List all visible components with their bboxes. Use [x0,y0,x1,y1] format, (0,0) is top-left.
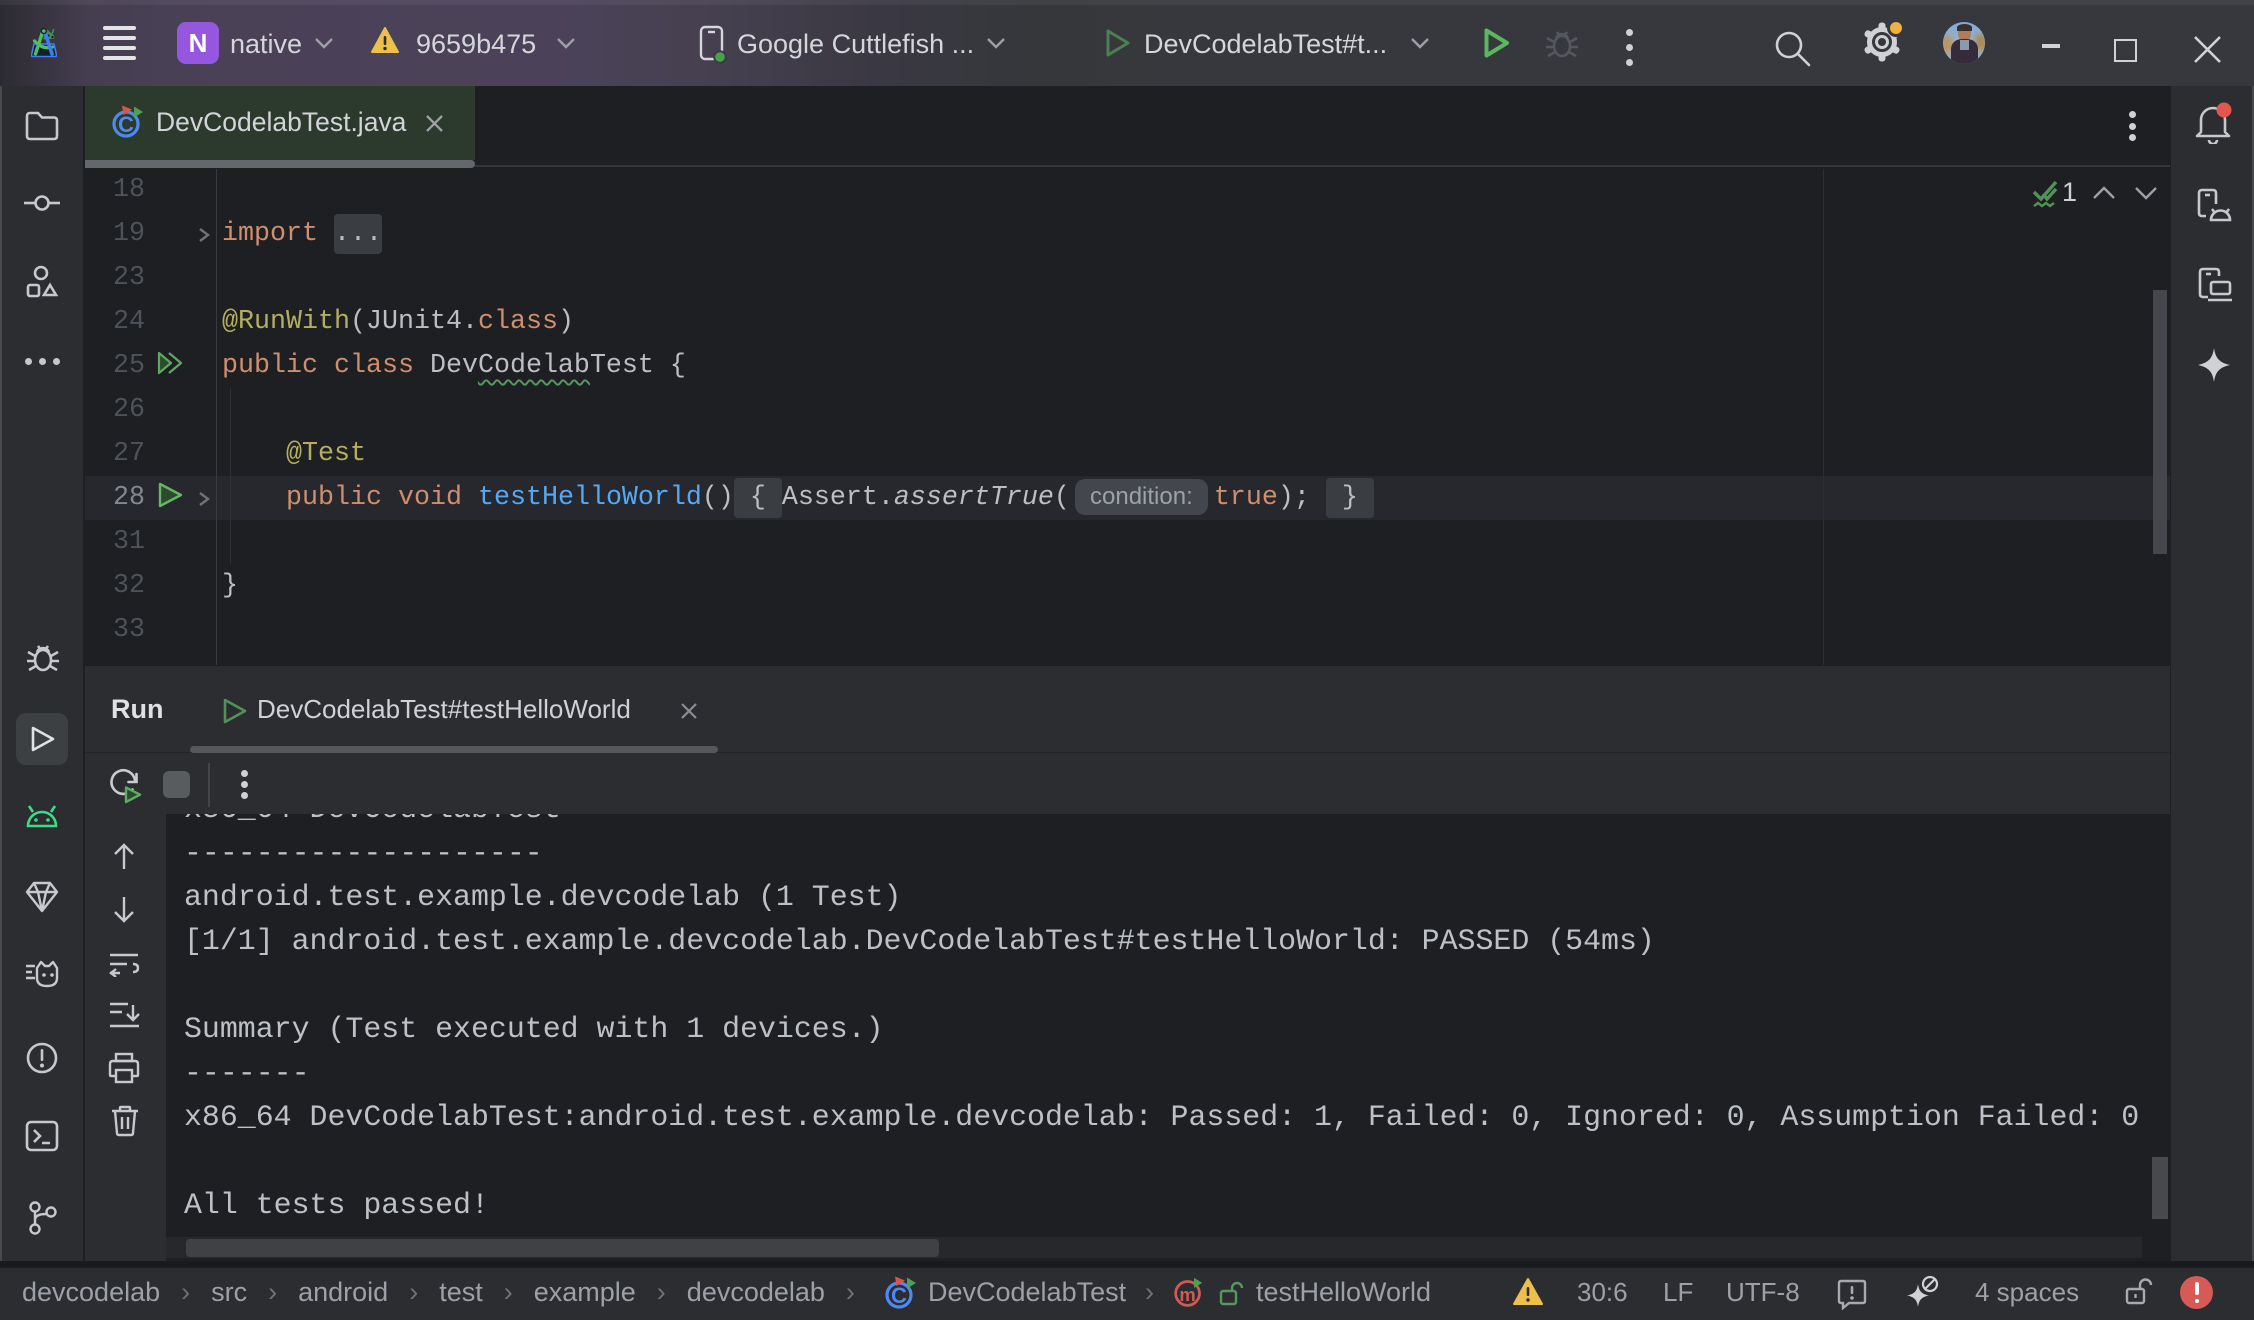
svg-text:C: C [891,1283,907,1308]
svg-text:C: C [118,112,134,137]
svg-text:m: m [1179,1284,1195,1305]
